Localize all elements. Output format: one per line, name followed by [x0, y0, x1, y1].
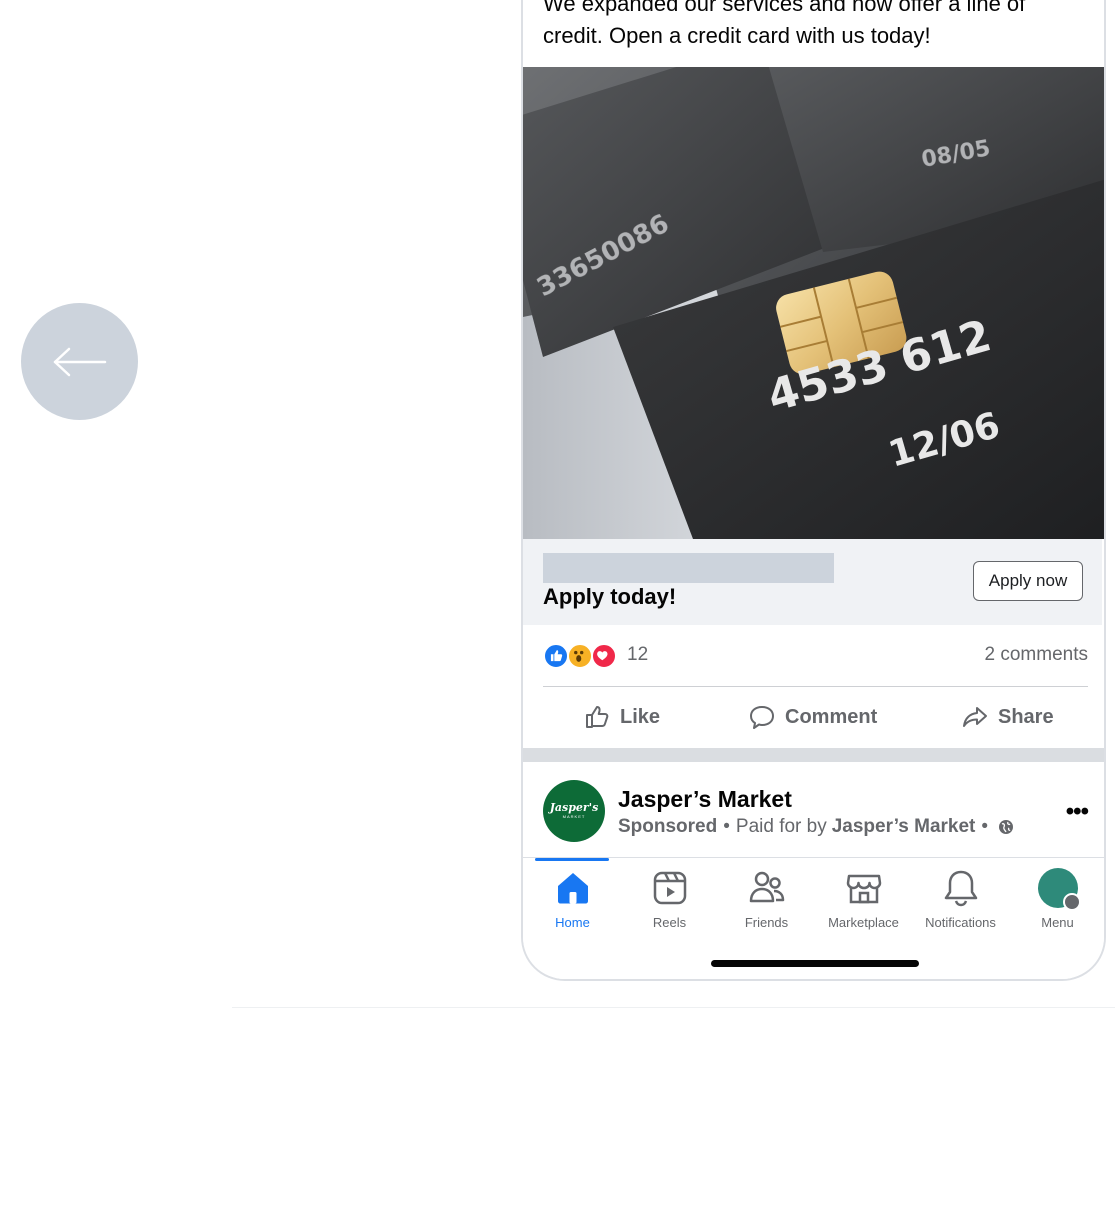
tab-reels[interactable]: Reels [621, 868, 718, 938]
tab-menu[interactable]: Menu [1009, 868, 1104, 938]
tab-marketplace[interactable]: Marketplace [815, 868, 912, 938]
tab-label: Marketplace [828, 915, 899, 930]
friends-icon [749, 871, 784, 903]
comment-label: Comment [785, 705, 878, 728]
post-header: Jasper's MARKET Jasper’s Market Sponsore… [523, 762, 1104, 858]
reaction-count[interactable]: 12 [627, 644, 648, 666]
like-button[interactable]: Like [583, 697, 660, 737]
thumbs-up-icon [586, 706, 609, 728]
page-name[interactable]: Jasper’s Market [618, 786, 792, 813]
arrow-left-icon [53, 347, 106, 376]
phone-frame: We expanded our services and now offer a… [521, 0, 1106, 981]
credit-cards-image: 4533 612 12/06 33650086 08/05 [523, 67, 1104, 539]
tab-notifications[interactable]: Notifications [912, 868, 1009, 938]
apply-now-button[interactable]: Apply now [973, 561, 1083, 601]
avatar [1037, 868, 1081, 911]
menu-badge-icon [1062, 893, 1081, 911]
back-button[interactable] [21, 303, 138, 420]
cta-bar: Apply today! Apply now [523, 539, 1102, 625]
comment-icon [750, 706, 774, 729]
tab-label: Notifications [925, 915, 996, 930]
active-tab-indicator [535, 858, 609, 861]
paid-for-name[interactable]: Jasper’s Market [832, 816, 976, 838]
like-label: Like [620, 705, 661, 728]
page-divider [232, 1007, 1115, 1008]
bell-icon [944, 870, 977, 907]
wow-reaction-icon [567, 643, 593, 669]
love-reaction-icon [591, 643, 617, 669]
post-actions: Like Comment Share [523, 697, 1104, 737]
globe-icon [999, 820, 1014, 834]
tab-label: Menu [1041, 915, 1074, 930]
tab-friends[interactable]: Friends [718, 868, 815, 938]
share-button[interactable]: Share [961, 697, 1054, 737]
separator-dot: • [723, 816, 730, 837]
separator-dot: • [981, 816, 989, 837]
paid-for-label: Paid for by [735, 816, 827, 837]
like-reaction-icon [543, 643, 569, 669]
tab-label: Home [555, 915, 590, 930]
comments-count[interactable]: 2 comments [985, 644, 1088, 666]
comment-button[interactable]: Comment [748, 697, 877, 737]
feed-separator [523, 748, 1104, 762]
jaspers-market-logo[interactable]: Jasper's MARKET [543, 780, 605, 842]
divider [543, 686, 1088, 687]
reactions-summary: 12 2 comments [543, 640, 1088, 672]
share-label: Share [998, 705, 1054, 728]
post-text: We expanded our services and now offer a… [543, 0, 1026, 48]
tab-label: Reels [652, 915, 687, 930]
ad-image[interactable]: 4533 612 12/06 33650086 08/05 [523, 67, 1104, 539]
cta-title: Apply today! [543, 584, 677, 609]
home-indicator [711, 960, 919, 967]
tab-home[interactable]: Home [524, 868, 621, 938]
sponsored-label: Sponsored [618, 816, 718, 837]
marketplace-icon [846, 874, 881, 904]
share-icon [963, 707, 987, 727]
reels-icon [653, 871, 686, 905]
cta-subtitle-placeholder [543, 553, 834, 583]
home-icon [557, 873, 588, 904]
sponsored-line: Sponsored • Paid for by Jasper’s Market … [618, 816, 1014, 838]
tab-label: Friends [744, 915, 789, 930]
more-options-button[interactable]: ••• [1066, 798, 1089, 826]
reaction-icons[interactable] [543, 643, 619, 669]
